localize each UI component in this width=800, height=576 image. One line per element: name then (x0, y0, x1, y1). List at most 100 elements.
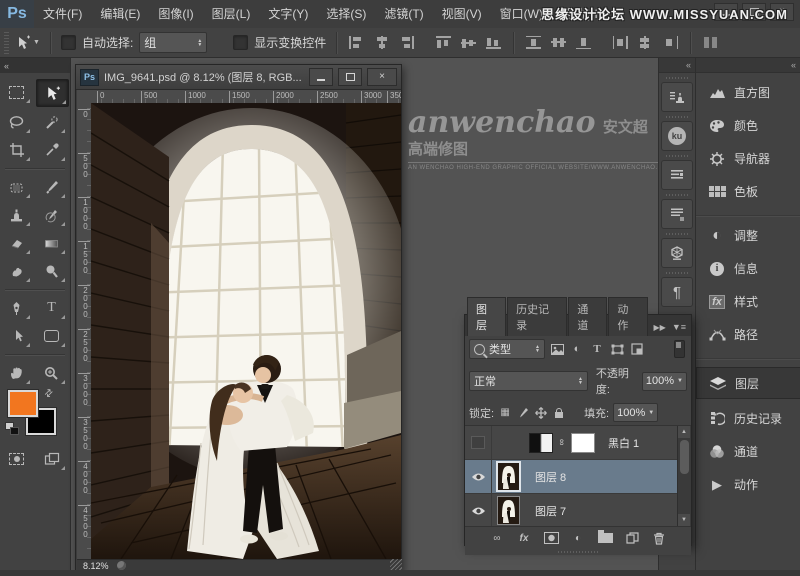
patch-tool[interactable] (1, 174, 32, 200)
swap-colors-icon[interactable]: ⇄ (42, 387, 56, 401)
panel-item-histogram[interactable]: 直方图 (696, 79, 800, 106)
doc-close-button[interactable]: × (367, 68, 397, 86)
character-panel-button[interactable] (661, 160, 693, 190)
crop-tool[interactable] (1, 137, 32, 163)
menu-layer[interactable]: 图层(L) (203, 0, 260, 28)
clone-stamp-tool[interactable] (1, 202, 32, 228)
document-title-bar[interactable]: Ps IMG_9641.psd @ 8.12% (图层 8, RGB... × (76, 65, 401, 90)
panel-item-adjustments[interactable]: ◐ 调整 (696, 222, 800, 249)
align-top-edges-icon[interactable] (436, 36, 451, 49)
distribute-top-icon[interactable] (526, 36, 541, 49)
doc-minimize-button[interactable] (309, 68, 333, 86)
kuler-panel-button[interactable]: ku (661, 121, 693, 151)
fill-dropdown-arrow[interactable]: ▼ (648, 410, 654, 416)
eraser-tool[interactable] (1, 230, 32, 256)
zoom-level-field[interactable]: 8.12% (83, 561, 109, 571)
opacity-field[interactable]: 100% ▼ (642, 372, 687, 391)
hand-tool[interactable] (1, 360, 32, 386)
fill-field[interactable]: 100% ▼ (613, 403, 658, 422)
lock-all-icon[interactable] (552, 406, 566, 420)
lock-position-icon[interactable] (534, 406, 548, 420)
canvas-photo[interactable] (91, 103, 401, 559)
new-layer-icon[interactable] (624, 531, 640, 545)
link-layers-icon[interactable]: ∞ (489, 531, 505, 545)
layer-row-7[interactable]: 图层 7 (465, 494, 691, 526)
panel-item-styles[interactable]: fx 样式 (696, 288, 800, 315)
panel-menu-icon[interactable]: ▼≡ (672, 322, 686, 332)
layer-thumbnail[interactable] (498, 463, 519, 490)
panel-drag-grip[interactable] (465, 549, 691, 555)
tools-panel-header[interactable]: « (0, 58, 70, 73)
panel-item-color[interactable]: 颜色 (696, 112, 800, 139)
path-selection-tool[interactable] (1, 323, 32, 349)
menu-image[interactable]: 图像(I) (149, 0, 202, 28)
filter-type-layers-icon[interactable]: T (589, 342, 605, 357)
foreground-color-swatch[interactable] (8, 390, 38, 417)
panel-item-paths[interactable]: 路径 (696, 321, 800, 348)
filter-pixel-layers-icon[interactable] (549, 342, 565, 357)
filter-toggle-switch[interactable] (674, 340, 685, 358)
panel-item-swatches[interactable]: 色板 (696, 178, 800, 205)
align-bottom-edges-icon[interactable] (486, 36, 501, 49)
default-colors-icon[interactable] (5, 422, 18, 435)
panel-item-actions[interactable]: ▶ 动作 (696, 471, 800, 498)
move-tool-preset[interactable]: ▼ (15, 35, 40, 51)
visibility-toggle-on[interactable] (465, 460, 492, 493)
layer-row-blackwhite[interactable]: ∞ 黑白 1 (465, 426, 691, 460)
align-left-edges-icon[interactable] (349, 36, 364, 49)
opacity-dropdown-arrow[interactable]: ▼ (677, 378, 683, 384)
tab-channels[interactable]: 通道 (568, 297, 607, 336)
distribute-bottom-icon[interactable] (576, 36, 591, 49)
tab-layers[interactable]: 图层 (467, 297, 506, 336)
doc-maximize-button[interactable] (338, 68, 362, 86)
filter-type-dropdown[interactable]: 类型 ▲▼ (469, 339, 545, 359)
history-brush-tool[interactable] (36, 202, 67, 228)
status-icon[interactable] (117, 561, 126, 570)
layer-mask-thumbnail[interactable] (572, 434, 594, 452)
clone-source-panel-button[interactable] (661, 82, 693, 112)
blend-mode-dropdown[interactable]: 正常 ▲▼ (469, 371, 588, 391)
layer-name[interactable]: 图层 8 (535, 469, 566, 485)
align-right-edges-icon[interactable] (399, 36, 414, 49)
layer-thumbnail[interactable] (498, 497, 519, 524)
ruler-origin-corner[interactable] (77, 90, 92, 104)
adjustment-thumbnail[interactable] (530, 434, 552, 452)
layer-list-scrollbar[interactable]: ▲ ▼ (677, 426, 691, 526)
menu-file[interactable]: 文件(F) (34, 0, 91, 28)
move-tool[interactable] (36, 79, 69, 107)
tab-history[interactable]: 历史记录 (507, 297, 567, 336)
menu-view[interactable]: 视图(V) (433, 0, 491, 28)
scroll-up-icon[interactable]: ▲ (678, 426, 690, 438)
distribute-right-icon[interactable] (663, 36, 678, 49)
delete-layer-icon[interactable] (651, 531, 667, 545)
layer-name[interactable]: 黑白 1 (608, 435, 639, 451)
smudge-tool[interactable] (1, 258, 32, 284)
eyedropper-tool[interactable] (36, 137, 67, 163)
show-transform-checkbox[interactable] (233, 35, 248, 50)
layer-style-fx-icon[interactable]: fx (516, 531, 532, 545)
brush-tool[interactable] (36, 174, 67, 200)
lock-pixels-icon[interactable] (516, 406, 530, 420)
scroll-down-icon[interactable]: ▼ (678, 514, 690, 526)
auto-select-target-dropdown[interactable]: 组 ▲▼ (139, 32, 207, 53)
paragraph-styles-panel-button[interactable] (661, 199, 693, 229)
new-group-icon[interactable] (597, 531, 613, 545)
panel-item-layers[interactable]: 图层 (696, 367, 800, 399)
screen-mode-button[interactable] (36, 446, 67, 472)
paragraph-panel-button[interactable]: ¶ (661, 277, 693, 307)
collapse-panel-icon[interactable]: ▶▶ (654, 323, 666, 332)
menu-type[interactable]: 文字(Y) (259, 0, 317, 28)
gradient-tool[interactable] (36, 230, 67, 256)
preset-dropdown-arrow[interactable]: ▼ (33, 39, 40, 46)
panel-item-channels[interactable]: 通道 (696, 438, 800, 465)
distribute-hcenter-icon[interactable] (638, 36, 653, 49)
lock-transparent-icon[interactable]: ▦ (498, 406, 512, 420)
add-mask-icon[interactable] (543, 531, 559, 545)
layer-row-8-selected[interactable]: 图层 8 (465, 460, 691, 494)
quick-mask-button[interactable] (1, 446, 32, 472)
visibility-toggle-off[interactable] (465, 426, 492, 459)
strip-header[interactable]: « (659, 58, 695, 73)
shape-tool[interactable] (36, 323, 67, 349)
dodge-tool[interactable] (36, 258, 67, 284)
align-v-centers-icon[interactable] (461, 36, 476, 49)
